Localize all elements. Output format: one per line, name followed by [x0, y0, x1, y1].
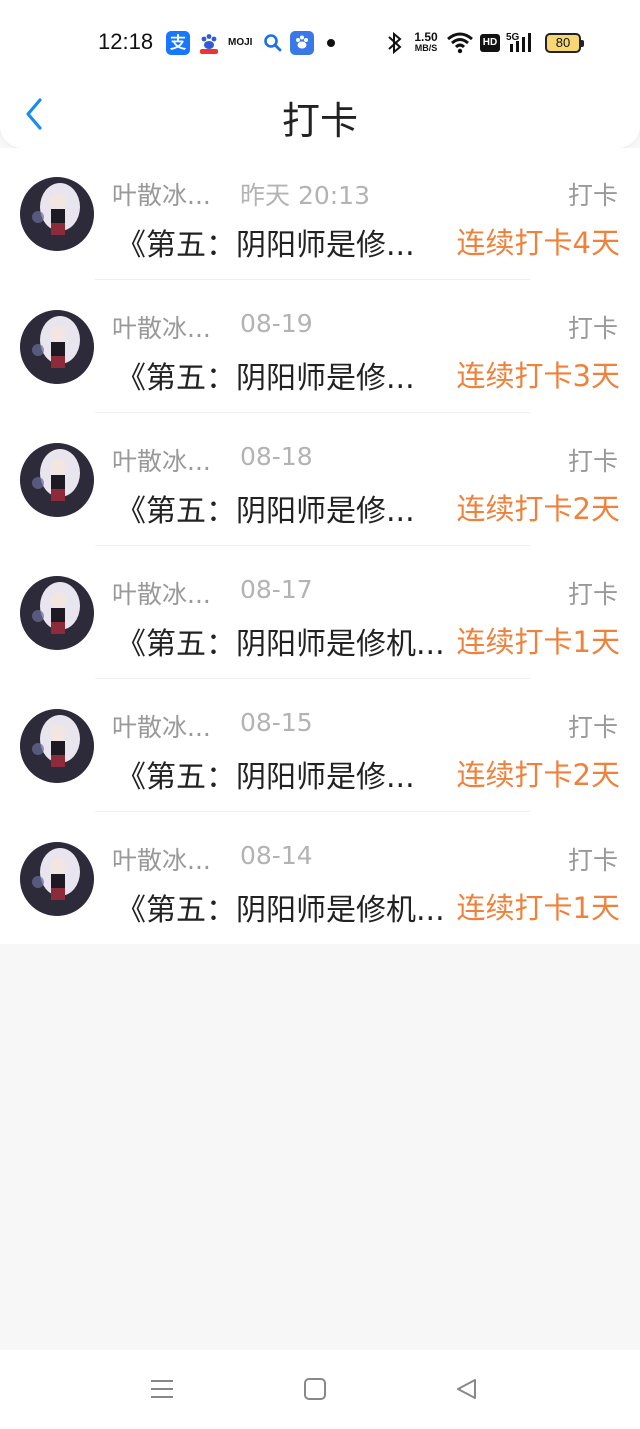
checkin-list: 叶散冰... 昨天 20:13 打卡 《第五：阴阳师是修... 连续打卡4天 叶… [0, 148, 640, 944]
status-bar: 12:18 支 MOJI 1.50 MB/S HD 5G 80 [0, 0, 640, 86]
avatar[interactable] [20, 842, 94, 916]
action-label: 打卡 [567, 181, 618, 210]
list-item[interactable]: 叶散冰... 08-18 打卡 《第五：阴阳师是修... 连续打卡2天 [0, 414, 640, 546]
avatar[interactable] [20, 443, 94, 517]
book-title: 《第五：阴阳师是修... [116, 361, 415, 396]
page-title: 打卡 [281, 99, 358, 143]
list-item[interactable]: 叶散冰... 08-15 打卡 《第五：阴阳师是修... 连续打卡2天 [0, 680, 640, 812]
baidu-paw-icon [197, 31, 221, 55]
avatar[interactable] [20, 177, 94, 251]
system-back-button[interactable] [452, 1374, 482, 1404]
author-name: 叶散冰... [112, 713, 211, 742]
book-title: 《第五：阴阳师是修... [116, 760, 415, 795]
divider [95, 412, 530, 413]
avatar[interactable] [20, 310, 94, 384]
notification-dot-icon [327, 39, 335, 47]
timestamp: 08-14 [240, 841, 313, 870]
bluetooth-icon [386, 30, 404, 56]
moji-icon: MOJI [228, 37, 253, 48]
action-label: 打卡 [567, 713, 618, 742]
triangle-back-icon [457, 1379, 476, 1399]
list-item[interactable]: 叶散冰... 08-17 打卡 《第五：阴阳师是修机... 连续打卡1天 [0, 547, 640, 679]
network-speed-unit: MB/S [414, 43, 438, 53]
list-item[interactable]: 叶散冰... 08-14 打卡 《第五：阴阳师是修机... 连续打卡1天 [0, 813, 640, 945]
streak-label: 连续打卡2天 [456, 758, 620, 792]
author-name: 叶散冰... [112, 580, 211, 609]
network-speed-value: 1.50 [414, 30, 438, 44]
list-item[interactable]: 叶散冰... 昨天 20:13 打卡 《第五：阴阳师是修... 连续打卡4天 [0, 148, 640, 280]
timestamp: 08-15 [240, 708, 313, 737]
divider [95, 545, 530, 546]
book-title: 《第五：阴阳师是修... [116, 494, 415, 529]
timestamp: 08-19 [240, 309, 313, 338]
author-name: 叶散冰... [112, 447, 211, 476]
streak-label: 连续打卡3天 [456, 359, 620, 393]
signal-icon: 5G [506, 30, 536, 56]
book-title: 《第五：阴阳师是修... [116, 228, 415, 263]
author-name: 叶散冰... [112, 846, 211, 875]
home-button[interactable] [300, 1374, 330, 1404]
timestamp: 08-17 [240, 575, 313, 604]
home-square-icon [304, 1378, 326, 1400]
author-name: 叶散冰... [112, 181, 211, 210]
list-item[interactable]: 叶散冰... 08-19 打卡 《第五：阴阳师是修... 连续打卡3天 [0, 281, 640, 413]
hd-icon: HD [480, 34, 500, 52]
divider [95, 811, 530, 812]
timestamp: 08-18 [240, 442, 313, 471]
baidu-app-icon [290, 31, 314, 55]
wifi-icon [446, 30, 474, 56]
author-name: 叶散冰... [112, 314, 211, 343]
avatar[interactable] [20, 576, 94, 650]
search-icon [261, 31, 285, 55]
streak-label: 连续打卡4天 [456, 226, 620, 260]
timestamp: 昨天 20:13 [240, 181, 370, 210]
header: 打卡 [0, 86, 640, 148]
avatar[interactable] [20, 709, 94, 783]
network-speed: 1.50 MB/S [410, 30, 442, 56]
streak-label: 连续打卡1天 [456, 625, 620, 659]
divider [95, 279, 530, 280]
action-label: 打卡 [567, 314, 618, 343]
status-time: 12:18 [98, 29, 154, 54]
streak-label: 连续打卡2天 [456, 492, 620, 526]
top-bar: 12:18 支 MOJI 1.50 MB/S HD 5G 80 打卡 [0, 0, 640, 148]
action-label: 打卡 [567, 846, 618, 875]
action-label: 打卡 [567, 580, 618, 609]
battery-icon: 80 [545, 33, 584, 53]
book-title: 《第五：阴阳师是修机... [116, 627, 445, 662]
streak-label: 连续打卡1天 [456, 891, 620, 925]
system-nav-bar [0, 1350, 640, 1429]
book-title: 《第五：阴阳师是修机... [116, 893, 445, 928]
recent-apps-button[interactable] [147, 1374, 177, 1404]
menu-icon [151, 1380, 173, 1398]
action-label: 打卡 [567, 447, 618, 476]
divider [95, 678, 530, 679]
alipay-icon: 支 [166, 31, 190, 55]
